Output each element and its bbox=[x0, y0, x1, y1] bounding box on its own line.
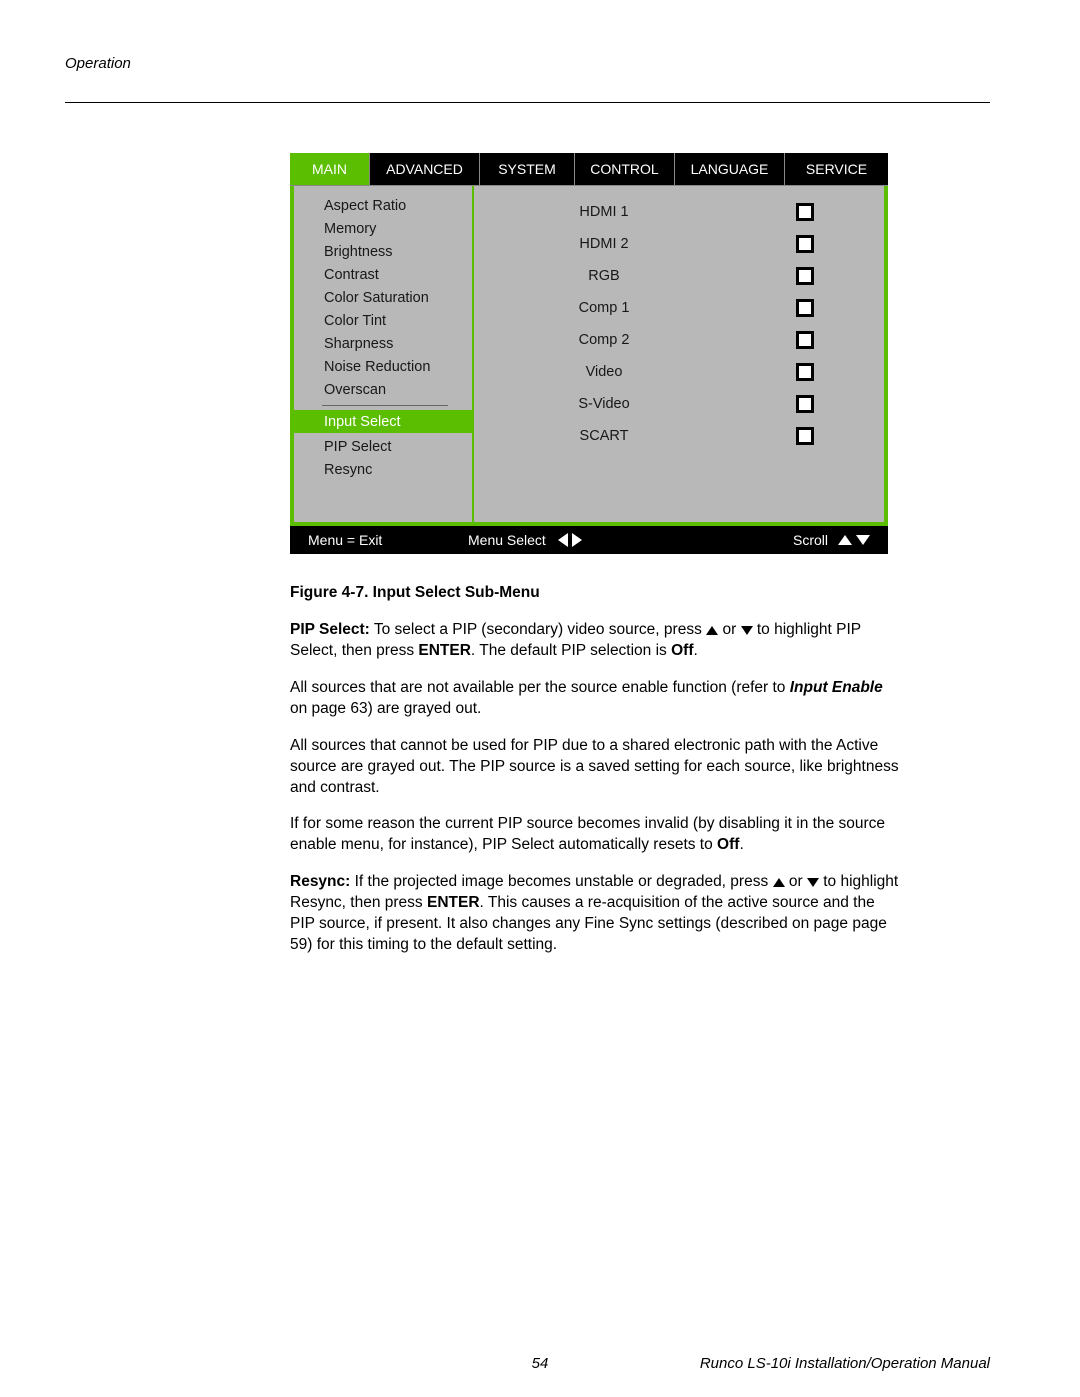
sidebar-item-resync[interactable]: Resync bbox=[294, 458, 472, 481]
input-label: S-Video bbox=[514, 396, 694, 412]
input-label: SCART bbox=[514, 428, 694, 444]
enter-bold: ENTER bbox=[427, 894, 480, 911]
content-area: MAIN ADVANCED SYSTEM CONTROL LANGUAGE SE… bbox=[290, 153, 900, 956]
tab-main[interactable]: MAIN bbox=[290, 153, 370, 186]
text: on page 63) are grayed out. bbox=[290, 700, 481, 717]
triangle-right-icon bbox=[572, 533, 582, 547]
section-header: Operation bbox=[65, 55, 990, 72]
text: If for some reason the current PIP sourc… bbox=[290, 815, 885, 853]
checkbox-icon[interactable] bbox=[796, 235, 814, 253]
text: or bbox=[718, 621, 740, 638]
text: . bbox=[739, 836, 743, 853]
sidebar-divider bbox=[322, 405, 448, 406]
text: If the projected image becomes unstable … bbox=[350, 873, 772, 890]
manual-title: Runco LS-10i Installation/Operation Manu… bbox=[700, 1355, 990, 1372]
input-row-rgb[interactable]: RGB bbox=[514, 260, 844, 292]
tab-system[interactable]: SYSTEM bbox=[480, 153, 575, 186]
input-row-video[interactable]: Video bbox=[514, 356, 844, 388]
tab-advanced[interactable]: ADVANCED bbox=[370, 153, 480, 186]
triangle-up-icon bbox=[706, 626, 718, 635]
page-number: 54 bbox=[532, 1355, 549, 1372]
footer-scroll-label: Scroll bbox=[793, 532, 828, 548]
paragraph-pip-select: PIP Select: To select a PIP (secondary) … bbox=[290, 620, 900, 662]
osd-main-panel: HDMI 1 HDMI 2 RGB Comp 1 Comp 2 Video S-… bbox=[474, 186, 884, 522]
checkbox-icon[interactable] bbox=[796, 427, 814, 445]
input-label: Comp 2 bbox=[514, 332, 694, 348]
paragraph-shared-path: All sources that cannot be used for PIP … bbox=[290, 736, 900, 799]
sidebar-item-sharpness[interactable]: Sharpness bbox=[294, 332, 472, 355]
input-row-hdmi1[interactable]: HDMI 1 bbox=[514, 196, 844, 228]
input-row-comp2[interactable]: Comp 2 bbox=[514, 324, 844, 356]
text: or bbox=[785, 873, 807, 890]
footer-select-label: Menu Select bbox=[468, 532, 546, 548]
osd-tab-bar: MAIN ADVANCED SYSTEM CONTROL LANGUAGE SE… bbox=[290, 153, 888, 186]
lead-bold: PIP Select: bbox=[290, 621, 370, 638]
sidebar-item-overscan[interactable]: Overscan bbox=[294, 378, 472, 401]
checkbox-icon[interactable] bbox=[796, 203, 814, 221]
paragraph-pip-invalid: If for some reason the current PIP sourc… bbox=[290, 814, 900, 856]
checkbox-icon[interactable] bbox=[796, 395, 814, 413]
sidebar-item-contrast[interactable]: Contrast bbox=[294, 263, 472, 286]
checkbox-icon[interactable] bbox=[796, 331, 814, 349]
text: All sources that are not available per t… bbox=[290, 679, 790, 696]
paragraph-resync: Resync: If the projected image becomes u… bbox=[290, 872, 900, 956]
input-label: HDMI 2 bbox=[514, 236, 694, 252]
triangle-left-icon bbox=[558, 533, 568, 547]
triangle-down-icon bbox=[856, 535, 870, 545]
paragraph-sources-enable: All sources that are not available per t… bbox=[290, 678, 900, 720]
sidebar-item-aspect-ratio[interactable]: Aspect Ratio bbox=[294, 194, 472, 217]
sidebar-item-color-saturation[interactable]: Color Saturation bbox=[294, 286, 472, 309]
footer-scroll-hint: Scroll bbox=[738, 532, 888, 548]
footer-select-hint: Menu Select bbox=[468, 532, 738, 548]
text: . The default PIP selection is bbox=[471, 642, 671, 659]
off-bold: Off bbox=[717, 836, 739, 853]
triangle-down-icon bbox=[741, 626, 753, 635]
checkbox-icon[interactable] bbox=[796, 363, 814, 381]
footer-exit-hint: Menu = Exit bbox=[290, 532, 468, 548]
input-row-hdmi2[interactable]: HDMI 2 bbox=[514, 228, 844, 260]
tab-control[interactable]: CONTROL bbox=[575, 153, 675, 186]
sidebar-item-brightness[interactable]: Brightness bbox=[294, 240, 472, 263]
sidebar-item-noise-reduction[interactable]: Noise Reduction bbox=[294, 355, 472, 378]
input-label: Comp 1 bbox=[514, 300, 694, 316]
figure-caption: Figure 4-7. Input Select Sub-Menu bbox=[290, 584, 900, 602]
cross-ref: Input Enable bbox=[790, 679, 883, 696]
sidebar-item-color-tint[interactable]: Color Tint bbox=[294, 309, 472, 332]
off-bold: Off bbox=[671, 642, 693, 659]
osd-sidebar: Aspect Ratio Memory Brightness Contrast … bbox=[294, 186, 474, 522]
input-label: HDMI 1 bbox=[514, 204, 694, 220]
header-rule bbox=[65, 102, 990, 103]
lead-bold: Resync: bbox=[290, 873, 350, 890]
osd-footer: Menu = Exit Menu Select Scroll bbox=[290, 526, 888, 554]
osd-menu: MAIN ADVANCED SYSTEM CONTROL LANGUAGE SE… bbox=[290, 153, 888, 554]
input-label: Video bbox=[514, 364, 694, 380]
checkbox-icon[interactable] bbox=[796, 267, 814, 285]
triangle-up-icon bbox=[773, 878, 785, 887]
checkbox-icon[interactable] bbox=[796, 299, 814, 317]
tab-service[interactable]: SERVICE bbox=[785, 153, 888, 186]
osd-body: Aspect Ratio Memory Brightness Contrast … bbox=[290, 186, 888, 526]
text: To select a PIP (secondary) video source… bbox=[370, 621, 706, 638]
triangle-down-icon bbox=[807, 878, 819, 887]
input-label: RGB bbox=[514, 268, 694, 284]
tab-language[interactable]: LANGUAGE bbox=[675, 153, 785, 186]
input-row-svideo[interactable]: S-Video bbox=[514, 388, 844, 420]
sidebar-item-pip-select[interactable]: PIP Select bbox=[294, 435, 472, 458]
input-row-scart[interactable]: SCART bbox=[514, 420, 844, 452]
triangle-up-icon bbox=[838, 535, 852, 545]
text: . bbox=[694, 642, 698, 659]
sidebar-item-memory[interactable]: Memory bbox=[294, 217, 472, 240]
input-row-comp1[interactable]: Comp 1 bbox=[514, 292, 844, 324]
enter-bold: ENTER bbox=[418, 642, 471, 659]
sidebar-item-input-select[interactable]: Input Select bbox=[294, 410, 472, 433]
